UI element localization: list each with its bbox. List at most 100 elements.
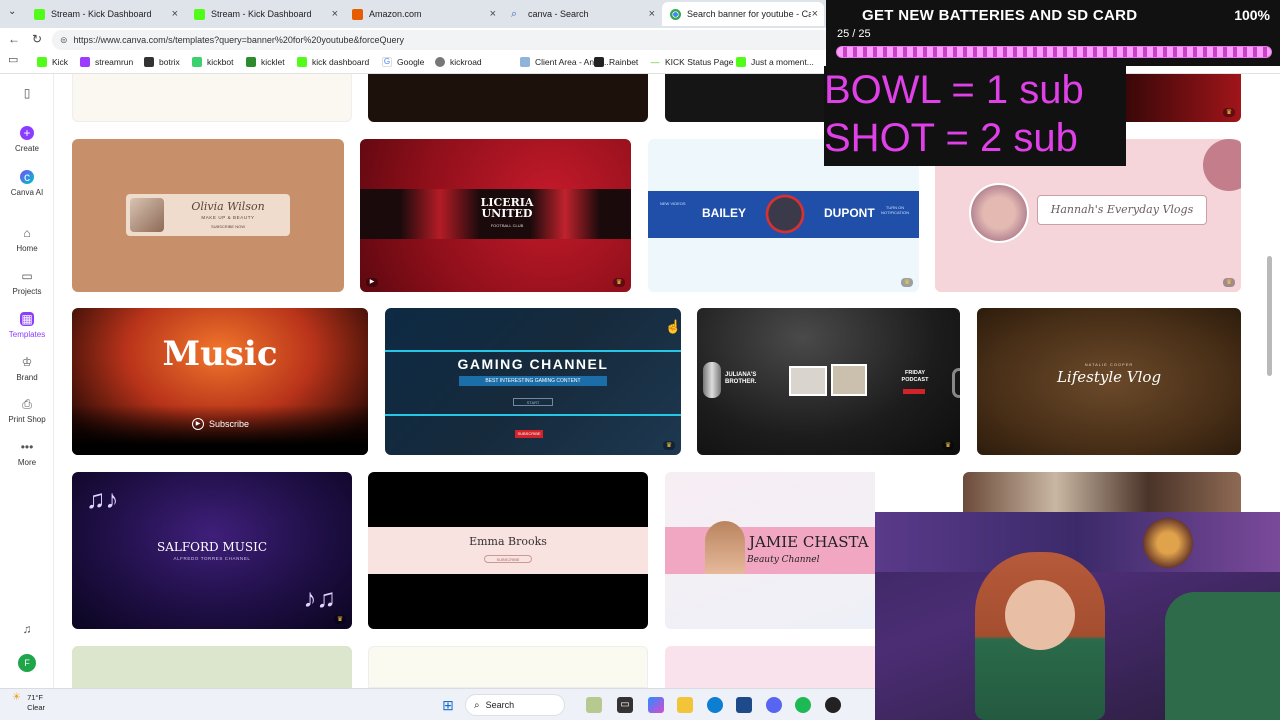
sidebar-item-print-shop[interactable]: ⎙ Print Shop bbox=[0, 397, 54, 424]
bookmark-just-a-moment[interactable]: Just a moment... bbox=[736, 57, 814, 67]
template-card[interactable] bbox=[368, 646, 648, 688]
back-icon[interactable]: ← bbox=[8, 32, 20, 46]
sidebar-item-brand[interactable]: ♔ Brand bbox=[0, 355, 54, 382]
template-card-jamie-chasta[interactable]: JAMIE CHASTA Beauty Channel bbox=[665, 472, 875, 629]
taskbar-search[interactable]: ⌕ Search bbox=[465, 694, 565, 716]
apps-icon[interactable]: ▭ bbox=[8, 53, 18, 66]
goal-count: 25 / 25 bbox=[837, 28, 871, 40]
banner-strip: NEW VIDEOS BAILEY DUPONT TURN ON NOTIFIC… bbox=[648, 191, 919, 238]
scrollbar-thumb[interactable] bbox=[1267, 256, 1272, 376]
edge-icon[interactable] bbox=[707, 697, 723, 713]
bookmark-kickroad[interactable]: kickroad bbox=[435, 57, 482, 67]
bookmark-kickbot[interactable]: kickbot bbox=[192, 57, 233, 67]
tab-kick-dashboard-1[interactable]: Stream - Kick Dashboard × bbox=[26, 2, 184, 26]
bookmark-kick-dashboard[interactable]: kick dashboard bbox=[297, 57, 369, 67]
goal-percent: 100% bbox=[1234, 7, 1270, 23]
streamrun-icon bbox=[80, 57, 90, 67]
sidebar-toggle[interactable]: ▯ bbox=[0, 86, 54, 104]
tab-title: Stream - Kick Dashboard bbox=[51, 9, 152, 19]
template-card-music[interactable]: Music ▶ Subscribe bbox=[72, 308, 368, 455]
subscribe-badge bbox=[903, 389, 925, 394]
video-play-icon: ▶ bbox=[366, 278, 378, 287]
widgets-icon[interactable] bbox=[586, 697, 602, 713]
template-card-salford-music[interactable]: ♫♪ ♪♫ SALFORD MUSIC ALFREDO TORRES CHANN… bbox=[72, 472, 352, 629]
close-icon[interactable]: × bbox=[812, 8, 818, 20]
bookmark-google[interactable]: G Google bbox=[382, 57, 424, 67]
reload-icon[interactable]: ↻ bbox=[32, 32, 42, 46]
close-icon[interactable]: × bbox=[490, 8, 496, 20]
template-card-liceria-united[interactable]: LICERIA UNITED FOOTBALL CLUB ▶ ♛ bbox=[360, 139, 631, 292]
sidebar-item-home[interactable]: ⌂ Home bbox=[0, 226, 54, 253]
windows-start-icon[interactable]: ⊞ bbox=[440, 697, 456, 713]
search-icon: ⌕ bbox=[511, 7, 518, 20]
banner-subtitle: BEST INTERESTING GAMING CONTENT bbox=[459, 376, 607, 386]
tab-kick-dashboard-2[interactable]: Stream - Kick Dashboard × bbox=[186, 2, 344, 26]
close-icon[interactable]: × bbox=[332, 8, 338, 20]
sidebar-item-projects[interactable]: ▭ Projects bbox=[0, 269, 54, 296]
bookmark-kick[interactable]: Kick bbox=[37, 57, 68, 67]
url-input[interactable]: ⊜ https://www.canva.com/s/templates?quer… bbox=[52, 30, 832, 50]
file-explorer-icon[interactable] bbox=[677, 697, 693, 713]
goal-title: GET NEW BATTERIES AND SD CARD bbox=[862, 7, 1138, 24]
copilot-icon[interactable] bbox=[648, 697, 664, 713]
kick-icon bbox=[194, 8, 205, 20]
tab-title: canva - Search bbox=[528, 9, 589, 19]
sub-rules-overlay: BOWL = 1 sub SHOT = 2 sub bbox=[824, 66, 1126, 166]
photo-frame bbox=[789, 366, 827, 396]
tab-title: Stream - Kick Dashboard bbox=[211, 9, 312, 19]
template-card-gaming-channel[interactable]: GAMING CHANNEL BEST INTERESTING GAMING C… bbox=[385, 308, 681, 455]
spotify-icon[interactable] bbox=[795, 697, 811, 713]
tab-canva-active[interactable]: Search banner for youtube - Canva × bbox=[662, 2, 824, 26]
print-icon: ⎙ bbox=[22, 397, 32, 411]
tab-title: Search banner for youtube - Canva bbox=[687, 9, 811, 19]
template-card-emma-brooks[interactable]: Emma Brooks SUBSCRIBE bbox=[368, 472, 648, 629]
bookmark-kick-status[interactable]: — KICK Status Page bbox=[650, 57, 734, 67]
botrix-icon bbox=[144, 57, 154, 67]
task-view-icon[interactable]: ▭ bbox=[617, 697, 633, 713]
weather-widget[interactable]: ☀ 71°F Clear bbox=[12, 693, 45, 713]
template-card[interactable] bbox=[72, 74, 352, 122]
streamer-face bbox=[1005, 580, 1075, 650]
rainbet-icon bbox=[594, 57, 604, 67]
discord-icon[interactable] bbox=[766, 697, 782, 713]
notifications-button[interactable]: ♫ bbox=[0, 622, 54, 640]
crown-icon: ♛ bbox=[942, 441, 954, 450]
crown-icon: ♛ bbox=[663, 441, 675, 450]
chrome-icon bbox=[670, 8, 681, 20]
crown-icon: ♛ bbox=[613, 278, 625, 287]
obs-icon[interactable] bbox=[825, 697, 841, 713]
tab-canva-search[interactable]: ⌕ canva - Search × bbox=[503, 2, 661, 26]
banner-strip: Emma Brooks SUBSCRIBE bbox=[368, 527, 648, 574]
bookmark-rainbet[interactable]: Rainbet bbox=[594, 57, 638, 67]
sidebar-item-canva-ai[interactable]: c Canva AI bbox=[0, 170, 54, 197]
start-badge: START bbox=[513, 398, 553, 406]
close-icon[interactable]: × bbox=[172, 8, 178, 20]
template-card-lifestyle-vlog[interactable]: NATALIE COOPER Lifestyle Vlog bbox=[977, 308, 1241, 455]
close-icon[interactable]: × bbox=[649, 8, 655, 20]
avatar[interactable]: F bbox=[18, 654, 36, 672]
tab-search-icon[interactable]: ⌄ bbox=[8, 6, 16, 17]
template-card-olivia-wilson[interactable]: Olivia Wilson MAKE UP & BEAUTY SUBSCRIBE… bbox=[72, 139, 344, 292]
template-card[interactable] bbox=[963, 472, 1241, 512]
sidebar-item-templates[interactable]: ▦ Templates bbox=[0, 312, 54, 339]
template-card[interactable] bbox=[665, 646, 875, 688]
bookmark-kicklet[interactable]: kicklet bbox=[246, 57, 285, 67]
template-card[interactable] bbox=[368, 74, 648, 122]
store-icon[interactable] bbox=[736, 697, 752, 713]
crowd-silhouette bbox=[72, 405, 368, 455]
sidebar-item-more[interactable]: ••• More bbox=[0, 440, 54, 467]
banner-title: SALFORD MUSIC bbox=[156, 540, 268, 554]
template-card[interactable] bbox=[665, 74, 825, 122]
canva-ai-icon: c bbox=[20, 170, 34, 184]
template-card[interactable]: ♛ bbox=[1126, 74, 1241, 122]
music-notes-icon: ♪♫ bbox=[303, 583, 337, 613]
tab-amazon[interactable]: Amazon.com × bbox=[344, 2, 502, 26]
site-info-icon[interactable]: ⊜ bbox=[60, 35, 68, 46]
bookmark-botrix[interactable]: botrix bbox=[144, 57, 180, 67]
sidebar-item-create[interactable]: + Create bbox=[0, 126, 54, 153]
kickroad-icon bbox=[435, 57, 445, 67]
template-card-podcast[interactable]: JULIANA'S BROTHER. FRIDAY PODCAST ♛ bbox=[697, 308, 960, 455]
host-photo bbox=[764, 193, 806, 235]
template-card[interactable] bbox=[72, 646, 352, 688]
bookmark-streamrun[interactable]: streamrun bbox=[80, 57, 133, 67]
